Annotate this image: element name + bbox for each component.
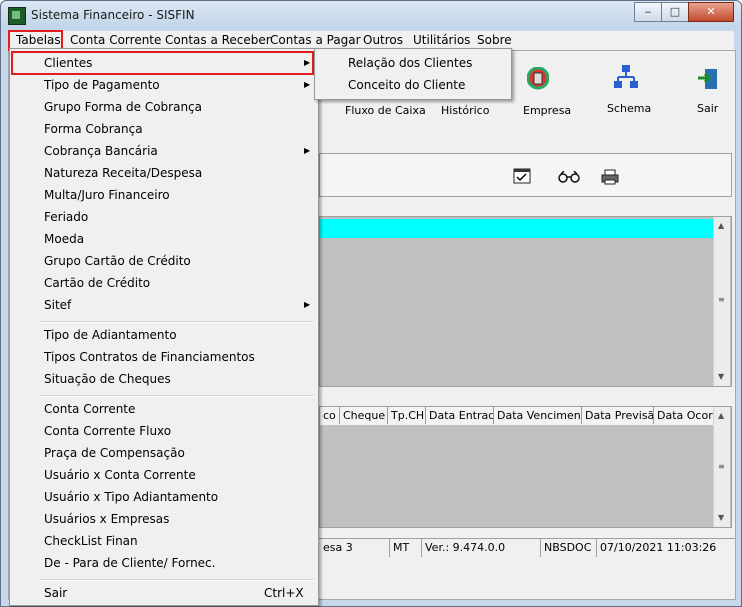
status-uf: MT [389,539,422,557]
menu-item-sair[interactable]: Sair [44,586,67,600]
menu-item-grupo-forma-cobranca[interactable]: Grupo Forma de Cobrança [44,100,202,114]
lower-grid-scrollbar[interactable]: ▲ ≡ ▼ [713,407,730,527]
submenu-item-conceito-cliente[interactable]: Conceito do Cliente [348,78,465,92]
schema-icon[interactable] [613,64,639,90]
menu-sobre[interactable]: Sobre [477,33,512,47]
selected-grid-row[interactable] [320,219,713,238]
menu-item-usuario-adiantamento[interactable]: Usuário x Tipo Adiantamento [44,490,218,504]
scroll-up-icon[interactable]: ▲ [718,411,724,420]
menu-item-checklist-finan[interactable]: CheckList Finan [44,534,138,548]
upper-grid: ▲ ≡ ▼ [319,216,732,387]
glasses-icon[interactable] [558,170,580,183]
submenu-item-relacao-clientes[interactable]: Relação dos Clientes [348,56,472,70]
menu-item-sitef[interactable]: Sitef [44,298,71,312]
menu-separator [40,579,314,581]
submenu-arrow-icon: ▶ [304,300,311,309]
scroll-up-icon[interactable]: ▲ [718,221,724,230]
fluxo-de-caixa-label[interactable]: Fluxo de Caixa [345,104,426,117]
menu-item-usuario-conta[interactable]: Usuário x Conta Corrente [44,468,196,482]
menu-item-praca-compensacao[interactable]: Praça de Compensação [44,446,185,460]
minimize-button[interactable]: ‒ [634,2,662,22]
status-datetime: 07/10/2021 11:03:26 [600,541,717,554]
menu-separator [40,395,314,397]
empresa-icon[interactable] [526,66,550,93]
menu-item-grupo-cartao[interactable]: Grupo Cartão de Crédito [44,254,191,268]
menu-item-feriado[interactable]: Feriado [44,210,88,224]
app-icon [8,7,26,25]
status-version: Ver.: 9.474.0.0 [421,539,541,557]
col-header[interactable]: Data Ocorrê [654,407,716,424]
menu-item-usuarios-empresas[interactable]: Usuários x Empresas [44,512,169,526]
menu-item-moeda[interactable]: Moeda [44,232,84,246]
maximize-button[interactable]: □ [661,2,689,22]
menu-item-tipo-de-pagamento[interactable]: Tipo de Pagamento [44,78,160,92]
scroll-grip-icon[interactable]: ≡ [718,295,725,304]
menu-item-situacao-cheques[interactable]: Situação de Cheques [44,372,171,386]
scroll-grip-icon[interactable]: ≡ [718,462,725,471]
clientes-submenu: Relação dos Clientes Conceito do Cliente [314,48,512,100]
status-user: NBSDOC [540,539,597,557]
empresa-label[interactable]: Empresa [523,104,571,117]
sair-icon[interactable] [697,67,719,93]
scroll-down-icon[interactable]: ▼ [718,513,724,522]
menu-separator [40,321,314,323]
lower-grid: co Cheque Tp.CH Data Entrada Data Vencim… [319,406,732,528]
menu-item-multa-juro[interactable]: Multa/Juro Financeiro [44,188,170,202]
scroll-down-icon[interactable]: ▼ [718,372,724,381]
menu-contas-a-receber[interactable]: Contas a Receber [165,33,271,47]
upper-grid-scrollbar[interactable]: ▲ ≡ ▼ [713,217,730,386]
menu-item-forma-cobranca[interactable]: Forma Cobrança [44,122,143,136]
col-header[interactable]: Data Vencimento [494,407,582,424]
menu-item-tipos-contratos[interactable]: Tipos Contratos de Financiamentos [44,350,255,364]
submenu-arrow-icon: ▶ [304,80,311,89]
menu-item-cartao-credito[interactable]: Cartão de Crédito [44,276,150,290]
menu-utilitarios[interactable]: Utilitários [413,33,470,47]
checklist-icon[interactable] [513,168,531,184]
col-header[interactable]: Data Previsão [582,407,654,424]
menu-outros[interactable]: Outros [363,33,403,47]
col-header[interactable]: Cheque [340,407,388,424]
col-header[interactable]: Tp.CH [388,407,426,424]
title-bar[interactable]: Sistema Financeiro - SISFIN ‒ □ ✕ [1,1,741,29]
menu-conta-corrente[interactable]: Conta Corrente [70,33,161,47]
col-header[interactable]: co [320,407,340,424]
sair-label[interactable]: Sair [697,102,718,115]
menu-item-de-para[interactable]: De - Para de Cliente/ Fornec. [44,556,215,570]
submenu-arrow-icon: ▶ [304,146,311,155]
clientes-highlight [11,51,314,75]
menu-item-natureza[interactable]: Natureza Receita/Despesa [44,166,202,180]
action-toolbar [319,153,732,197]
menu-item-tipo-adiantamento[interactable]: Tipo de Adiantamento [44,328,177,342]
status-empresa: esa 3 [319,539,390,557]
menu-item-conta-corrente-fluxo[interactable]: Conta Corrente Fluxo [44,424,171,438]
close-button[interactable]: ✕ [688,2,734,22]
menu-item-conta-corrente[interactable]: Conta Corrente [44,402,135,416]
window-title: Sistema Financeiro - SISFIN [31,8,195,22]
printer-icon[interactable] [601,169,619,185]
menu-contas-a-pagar[interactable]: Contas a Pagar [270,33,361,47]
historico-label[interactable]: Histórico [441,104,489,117]
lower-grid-header: co Cheque Tp.CH Data Entrada Data Vencim… [320,407,716,425]
menu-item-cobranca-bancaria[interactable]: Cobrança Bancária [44,144,158,158]
sair-shortcut: Ctrl+X [264,586,304,600]
tabelas-dropdown: Clientes ▶ Tipo de Pagamento ▶ Grupo For… [9,48,319,606]
col-header[interactable]: Data Entrada [426,407,494,424]
schema-label[interactable]: Schema [607,102,651,115]
